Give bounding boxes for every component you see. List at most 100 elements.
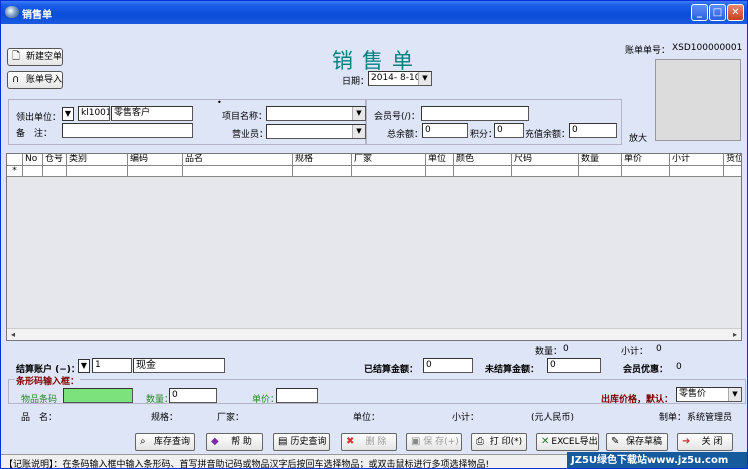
binoculars-icon: ⌕ xyxy=(140,436,146,447)
cell-unit[interactable] xyxy=(426,166,454,177)
project-select[interactable]: ▼ xyxy=(266,106,366,121)
product-image-box[interactable] xyxy=(655,59,741,141)
items-grid[interactable]: No 仓号 类别 编码 品名 规格 厂家 单位 颜色 尺码 数量 单价 小计 货… xyxy=(6,153,742,341)
unit-select-button[interactable]: ▼ xyxy=(62,107,74,121)
new-document-icon: 🗋 xyxy=(12,51,21,62)
unit-label: 领出单位： xyxy=(16,113,62,123)
close-button[interactable]: ➜ 关 闭 xyxy=(677,433,733,451)
scroll-left-icon[interactable]: ◂ xyxy=(7,329,19,340)
cell-code[interactable] xyxy=(128,166,183,177)
cell-name[interactable] xyxy=(183,166,293,177)
note-label: 备 注： xyxy=(16,129,53,139)
delete-button[interactable]: ✖ 删 除 xyxy=(341,433,397,451)
account-code-field[interactable]: 1 xyxy=(92,358,132,373)
barcode-qty-input[interactable]: 0 xyxy=(169,388,217,403)
grid-col-subtotal[interactable]: 小计 xyxy=(670,154,724,166)
draft-icon: ✎ xyxy=(611,436,620,447)
grid-col-color[interactable]: 颜色 xyxy=(454,154,512,166)
qty-total-label: 数量： xyxy=(535,347,563,357)
save-draft-button[interactable]: ✎ 保存草稿 xyxy=(606,433,668,451)
cell-maker[interactable] xyxy=(352,166,426,177)
dot-marker: • xyxy=(217,98,222,107)
grid-col-maker[interactable]: 厂家 xyxy=(352,154,426,166)
help-button[interactable]: ◆ 帮 助 xyxy=(206,433,263,451)
printer-icon: ⎙ xyxy=(476,436,484,447)
bill-no-label: 账单单号： xyxy=(625,46,671,56)
unit-name-field[interactable]: 零售客户 xyxy=(111,106,193,121)
cell-color[interactable] xyxy=(454,166,512,177)
account-name-field[interactable]: 现金 xyxy=(133,358,225,373)
window-title: 销售单 xyxy=(22,10,52,21)
table-row[interactable]: * xyxy=(7,166,741,177)
new-blank-order-button[interactable]: 🗋 新建空单 xyxy=(7,48,63,66)
close-window-button[interactable]: ✕ xyxy=(727,4,744,21)
unit-code-field[interactable]: kl1001 xyxy=(78,106,110,121)
member-label: 会员号(/)： xyxy=(374,112,421,122)
price-type-select[interactable]: 零售价 ▼ xyxy=(676,387,742,402)
cell-price[interactable] xyxy=(622,166,670,177)
cell-spec[interactable] xyxy=(293,166,352,177)
cell-category[interactable] xyxy=(67,166,128,177)
cell-warehouse[interactable] xyxy=(43,166,67,177)
chevron-down-icon[interactable]: ▼ xyxy=(728,388,741,401)
save-button[interactable]: ▣ 保 存(+) xyxy=(406,433,462,451)
grid-col-code[interactable]: 编码 xyxy=(128,154,183,166)
member-field[interactable] xyxy=(421,106,529,121)
horizontal-scrollbar[interactable]: ◂ ▸ xyxy=(7,328,741,340)
maximize-button[interactable]: □ xyxy=(709,4,726,21)
points-field[interactable]: 0 xyxy=(494,123,524,138)
info-maker-label: 厂家： xyxy=(217,413,245,423)
zoom-label: 放大 xyxy=(629,134,648,144)
minimize-button[interactable]: _ xyxy=(691,4,708,21)
grid-col-spec[interactable]: 规格 xyxy=(293,154,352,166)
balance-field[interactable]: 0 xyxy=(422,123,468,138)
cell-no[interactable] xyxy=(23,166,43,177)
history-query-button[interactable]: ▤ 历史查询 xyxy=(273,433,330,451)
recharge-field[interactable]: 0 xyxy=(569,123,617,138)
member-discount-label: 会员优惠： xyxy=(623,365,669,375)
date-label: 日期： xyxy=(342,77,370,87)
currency-label: (元人民币) xyxy=(531,413,575,423)
grid-col-no[interactable]: No xyxy=(23,154,43,166)
grid-col-location[interactable]: 货位 xyxy=(724,154,741,166)
sales-order-window: 销售单 _ □ ✕ 🗋 新建空单 ∩ 账单导入 销售单 日期： 2014- 8-… xyxy=(0,0,748,469)
grid-col-size[interactable]: 尺码 xyxy=(512,154,579,166)
excel-export-button[interactable]: ✕ EXCEL导出 xyxy=(536,433,599,451)
settled-field[interactable]: 0 xyxy=(423,358,473,373)
cell-qty[interactable] xyxy=(579,166,622,177)
creator-label: 制单： xyxy=(659,413,687,423)
barcode-price-input[interactable] xyxy=(276,388,318,403)
chevron-down-icon[interactable]: ▼ xyxy=(352,107,365,120)
site-watermark: JZ5U绿色下载站www.jz5u.com xyxy=(567,452,747,468)
import-bill-button[interactable]: ∩ 账单导入 xyxy=(7,71,63,89)
clerk-select[interactable]: ▼ xyxy=(266,124,366,139)
barcode-label: 物品条码 xyxy=(21,395,58,405)
grid-col-unit[interactable]: 单位 xyxy=(426,154,454,166)
grid-col-category[interactable]: 类别 xyxy=(67,154,128,166)
chevron-down-icon[interactable]: ▼ xyxy=(418,72,431,85)
points-label: 积分： xyxy=(470,130,498,140)
price-type-label: 出库价格，默认： xyxy=(601,395,674,405)
new-row-marker: * xyxy=(7,166,23,177)
grid-col-warehouse[interactable]: 仓号 xyxy=(43,154,67,166)
member-discount-value: 0 xyxy=(676,362,682,372)
grid-col-name[interactable]: 品名 xyxy=(183,154,293,166)
grid-col-price[interactable]: 单价 xyxy=(622,154,670,166)
scroll-right-icon[interactable]: ▸ xyxy=(729,329,741,340)
note-field[interactable] xyxy=(62,123,193,138)
stock-query-button[interactable]: ⌕ 库存查询 xyxy=(135,433,195,451)
recharge-label: 充值余额： xyxy=(525,130,571,140)
excel-icon: ✕ xyxy=(541,436,550,447)
barcode-input[interactable] xyxy=(63,388,133,403)
cell-subtotal[interactable] xyxy=(670,166,724,177)
date-picker[interactable]: 2014- 8-10 ▼ xyxy=(368,71,432,86)
chevron-down-icon[interactable]: ▼ xyxy=(352,125,365,138)
cell-location[interactable] xyxy=(724,166,741,177)
unsettled-field[interactable]: 0 xyxy=(547,358,601,373)
account-select-button[interactable]: ▼ xyxy=(78,359,90,373)
grid-col-qty[interactable]: 数量 xyxy=(579,154,622,166)
title-bar: 销售单 _ □ ✕ xyxy=(1,1,747,24)
cell-size[interactable] xyxy=(512,166,579,177)
info-unit-label: 单位： xyxy=(353,413,381,423)
print-button[interactable]: ⎙ 打 印(*) xyxy=(471,433,527,451)
